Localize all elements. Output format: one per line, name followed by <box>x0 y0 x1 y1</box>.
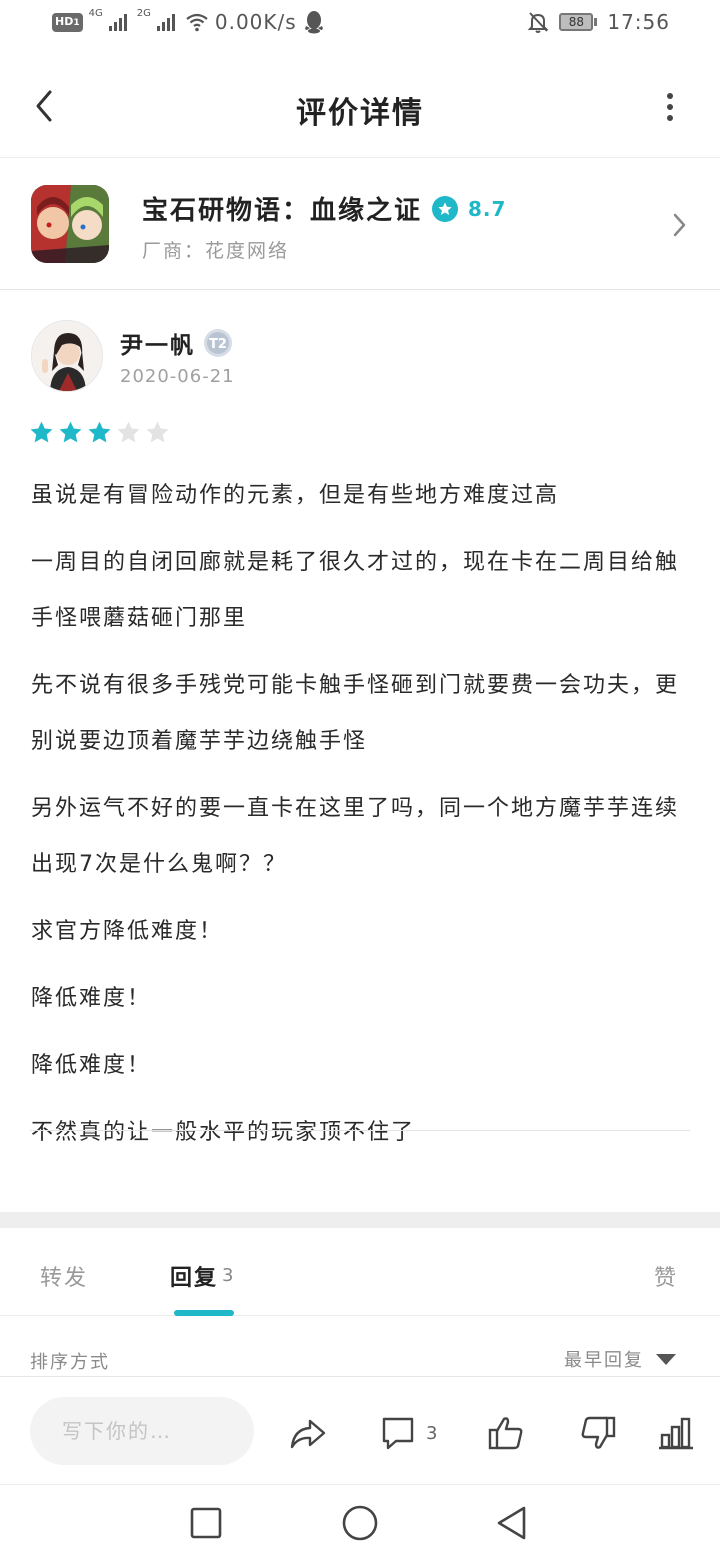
network-speed: 0.00K/s <box>214 10 297 34</box>
tab-like[interactable]: 赞 <box>654 1260 678 1292</box>
level-badge-text: T2 <box>209 337 227 352</box>
status-bar-right: 88 17:56 <box>527 10 670 34</box>
clock: 17:56 <box>607 10 670 34</box>
chevron-right-icon <box>670 210 690 240</box>
signal-icon-1 <box>108 13 127 31</box>
rating-stars <box>29 420 170 445</box>
share-arrow-icon <box>290 1419 326 1449</box>
stats-button[interactable] <box>656 1413 696 1457</box>
game-score: 8.7 <box>468 196 507 221</box>
game-icon <box>31 185 109 263</box>
reply-tabs: 转发 回复 3 赞 <box>0 1228 720 1316</box>
sort-dropdown[interactable]: 最早回复 <box>564 1346 676 1372</box>
review-paragraph: 另外运气不好的要一直卡在这里了吗，同一个地方魔芋芋连续出现7次是什么鬼啊？？ <box>31 796 680 877</box>
review-body: 虽说是有冒险动作的元素，但是有些地方难度过高一周目的自闭回廊就是耗了很久才过的，… <box>31 468 691 1172</box>
tab-reply-count: 3 <box>222 1265 236 1286</box>
caret-down-icon <box>656 1353 676 1365</box>
review-paragraph: 虽说是有冒险动作的元素，但是有些地方难度过高 <box>31 483 560 508</box>
triangle-back-icon <box>497 1506 526 1540</box>
comment-bubble-icon <box>382 1417 414 1450</box>
star-empty-icon <box>146 421 169 443</box>
review-paragraph: 先不说有很多手残党可能卡触手怪砸到门就要费一会功夫，更别说要边顶着魔芋芋边绕触手… <box>31 673 680 754</box>
review-paragraph: 不然真的让一般水平的玩家顶不住了 <box>31 1120 416 1145</box>
wifi-icon <box>186 13 208 32</box>
battery-level: 88 <box>559 13 594 31</box>
tab-reply[interactable]: 回复 3 <box>170 1260 235 1292</box>
network-type-1: 4G <box>88 8 103 19</box>
page-title: 评价详情 <box>296 96 424 131</box>
game-title: 宝石研物语：血缘之证 <box>142 196 423 226</box>
thumbs-down-icon <box>581 1416 616 1449</box>
status-bar: HD1 4G 2G 0.00K/s 88 17:56 <box>0 0 720 50</box>
bottom-action-bar: 3 <box>0 1376 720 1484</box>
tab-forward[interactable]: 转发 <box>40 1260 88 1292</box>
thumbs-up-icon <box>488 1417 523 1450</box>
system-back-button[interactable] <box>492 1503 532 1543</box>
sort-value: 最早回复 <box>564 1350 644 1371</box>
user-avatar[interactable] <box>31 320 103 392</box>
game-vendor: 厂商：花度网络 <box>142 240 290 262</box>
tab-reply-label: 回复 <box>170 1266 219 1291</box>
sort-label: 排序方式 <box>30 1352 110 1373</box>
active-tab-indicator <box>174 1310 234 1316</box>
thumbs-up-button[interactable] <box>486 1413 526 1457</box>
section-separator <box>0 1212 720 1228</box>
circle-icon <box>342 1505 378 1541</box>
comment-button[interactable]: 3 <box>378 1413 437 1453</box>
status-bar-left: HD1 4G 2G 0.00K/s <box>52 8 325 34</box>
level-badge-icon: T2 <box>203 328 233 358</box>
star-filled-icon <box>88 421 111 443</box>
share-button[interactable] <box>288 1413 328 1457</box>
mute-bell-icon <box>527 12 549 33</box>
network-type-2: 2G <box>136 8 151 19</box>
system-navigation-bar <box>0 1484 720 1560</box>
rating-star-icon <box>432 195 459 222</box>
review-paragraph: 降低难度！ <box>31 986 152 1011</box>
bar-chart-icon <box>659 1417 693 1450</box>
qq-icon <box>304 11 323 34</box>
top-app-bar: 评价详情 <box>0 60 720 158</box>
battery-icon: 88 <box>559 13 598 31</box>
comment-input[interactable] <box>30 1397 254 1465</box>
divider <box>30 1130 690 1131</box>
star-filled-icon <box>59 421 82 443</box>
game-title-row: 宝石研物语：血缘之证 8.7 <box>142 190 506 227</box>
signal-icon-2 <box>156 13 175 31</box>
home-button[interactable] <box>340 1503 380 1543</box>
square-icon <box>190 1507 222 1539</box>
sort-row: 排序方式 最早回复 <box>0 1318 720 1376</box>
comment-count: 3 <box>426 1422 438 1444</box>
review-paragraph: 一周目的自闭回廊就是耗了很久才过的，现在卡在二周目给触手怪喂蘑菇砸门那里 <box>31 550 680 631</box>
user-name[interactable]: 尹一帆 <box>120 326 195 360</box>
more-vertical-icon <box>667 93 673 121</box>
review-paragraph: 求官方降低难度！ <box>31 919 224 944</box>
star-empty-icon <box>117 421 140 443</box>
star-filled-icon <box>30 421 53 443</box>
hd-badge: HD1 <box>52 12 83 32</box>
more-options-button[interactable] <box>660 88 680 128</box>
recent-apps-button[interactable] <box>186 1503 226 1543</box>
thumbs-down-button[interactable] <box>578 1413 618 1457</box>
review-date: 2020-06-21 <box>120 366 235 387</box>
review-paragraph: 降低难度！ <box>31 1053 152 1078</box>
game-info-card[interactable]: 宝石研物语：血缘之证 8.7 厂商：花度网络 <box>0 160 720 290</box>
user-name-row: 尹一帆 T2 <box>120 326 233 360</box>
